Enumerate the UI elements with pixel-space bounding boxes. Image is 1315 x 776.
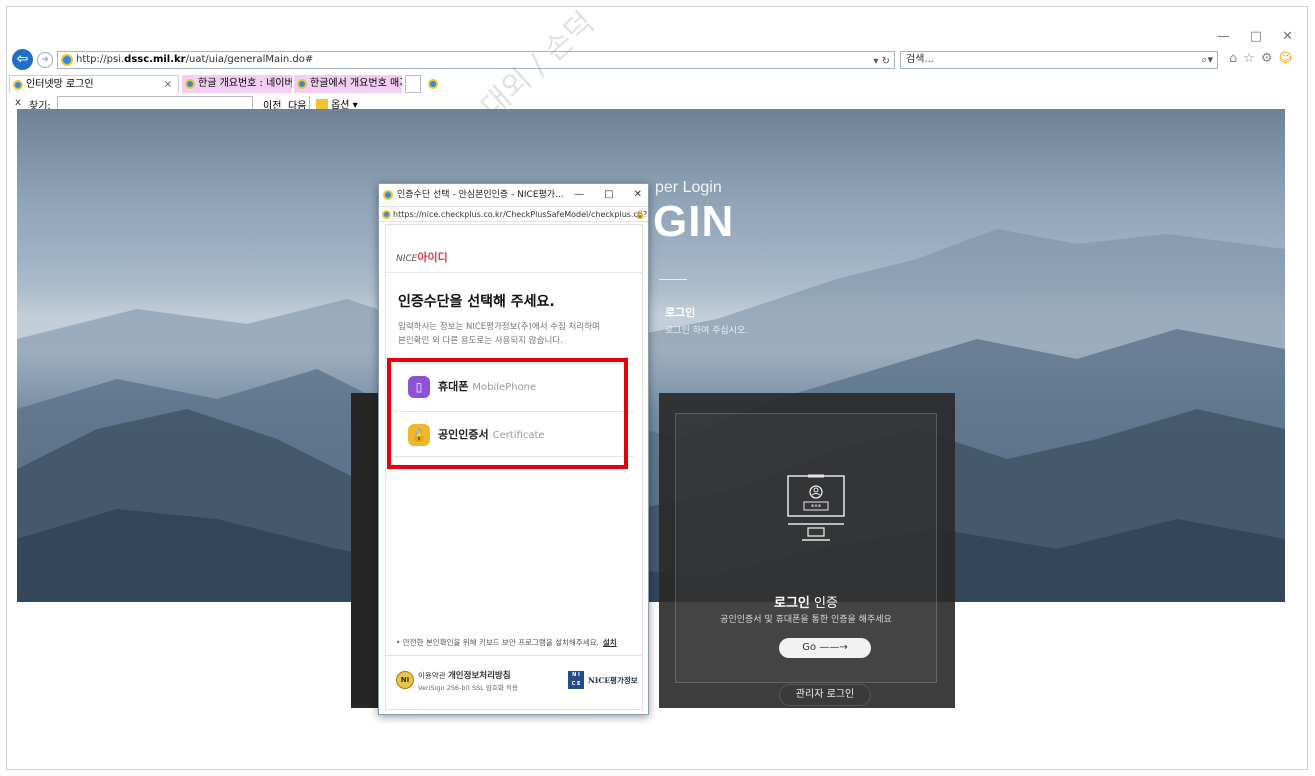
login-auth-title: 로그인 인증 [676,592,936,611]
popup-header: NICE아이디 [386,225,642,273]
minimize-button[interactable]: — [1217,29,1230,44]
nice-box-bottom: C E [571,681,581,687]
url-domain: dssc.mil.kr [124,54,186,65]
smiley-icon[interactable]: ☺ [1279,51,1293,66]
policy-badge-icon: NI [396,671,414,689]
nice-id-logo: NICE아이디 [396,249,448,265]
hero-subtitle: per Login [655,179,722,196]
install-link[interactable]: 설치 [603,638,617,647]
mountain-landscape [17,229,1285,602]
forward-button[interactable]: ➜ [37,52,53,68]
home-icon[interactable]: ⌂ [1229,51,1237,66]
ie-page-icon [383,190,393,200]
popup-close-button[interactable]: ✕ [634,184,642,206]
admin-login-button[interactable]: 관리자 로그인 [779,684,871,706]
install-note: • 안전한 본인확인을 위해 키보드 보안 프로그램을 설치해주세요. 설치 [396,637,617,648]
popup-titlebar[interactable]: 인증수단 선택 - 안심본인인증 - NICE평가... — □ ✕ [379,184,648,206]
screenshot-frame: — □ ✕ ⇦ ➜ http://psi.dssc.mil.kr/uat/uia… [6,6,1308,770]
tab-label: 한글에서 개요번호 매기는 방... [310,78,402,89]
monitor-code: *** [811,503,822,511]
nice-logo-text: NICE평가정보 [588,675,638,685]
footer-links: 이용약관 개인정보처리방침 [418,669,511,681]
popup-window-title: 인증수단 선택 - 안심본인인증 - NICE평가... [397,190,564,200]
tab-bar: 인터넷망 로그인 × 한글 개요번호 : 네이버 지식IN... 한글에서 개요… [7,75,1307,93]
hero-divider [659,279,687,280]
nice-box-icon: N I C E [568,671,584,689]
ie-page-icon [382,210,391,219]
choose-method-description: 입력하시는 정보는 NICE평가정보(주)에서 수집 처리하며 본인확인 외 다… [398,320,638,348]
lock-icon: 🔒 [635,210,645,219]
hero-login-text: 로그인 [665,306,696,319]
privacy-policy-link[interactable]: 개인정보처리방침 [448,671,511,681]
nice-logo: N I C E NICE평가정보 [568,671,638,689]
url-prefix: http://psi. [76,54,125,65]
gear-icon[interactable]: ⚙ [1261,51,1273,66]
terms-link[interactable]: 이용약관 [418,671,448,680]
close-window-button[interactable]: ✕ [1282,29,1293,44]
tab-naver[interactable]: 한글 개요번호 : 네이버 지식IN... [182,75,292,93]
ie-tab-icon [185,79,195,89]
login-auth-box: *** 로그인 인증 공인인증서 및 휴대폰을 통한 인증을 해주세요 Go —… [659,393,955,708]
star-icon[interactable]: ☆ [1243,51,1255,66]
tab-login[interactable]: 인터넷망 로그인 × [9,75,179,93]
highlight-rectangle [387,358,628,469]
tab-label: 인터넷망 로그인 [26,79,94,90]
ssl-note: VeriSign 256-bit SSL 암호화 적용 [418,684,518,692]
go-button[interactable]: Go ——→ [779,638,871,658]
window-controls: — □ ✕ [1217,29,1293,44]
hero-heading: GIN [653,197,735,246]
brand-name: 아이디 [417,251,448,264]
refresh-icon[interactable]: ▾ ↻ [873,54,890,70]
maximize-button[interactable]: □ [1250,29,1262,44]
popup-footer: NI 이용약관 개인정보처리방침 VeriSign 256-bit SSL 암호… [386,655,642,707]
close-find-button[interactable]: x [15,97,21,108]
ie-page-icon [61,54,73,66]
hero-login-hint: 로그인 하여 주십시오. [665,326,749,336]
page-background [17,602,1285,769]
close-tab-icon[interactable]: × [164,76,172,93]
url-path: /uat/uia/generalMain.do# [185,54,314,65]
description-line: 입력하시는 정보는 NICE평가정보(주)에서 수집 처리하며 [398,322,600,332]
description-line: 본인확인 외 다른 용도로는 사용되지 않습니다. [398,336,563,346]
login-auth-desc: 공인인증서 및 휴대폰을 통한 인증을 해주세요 [720,615,892,625]
nice-box-top: N I [572,672,580,678]
login-title-rest: 인증 [809,596,838,611]
search-icon[interactable]: ⌕▾ [1201,52,1213,68]
dark-panel [351,393,381,708]
hero-background: per Login GIN 로그인 로그인 하여 주십시오. [17,109,1285,602]
search-placeholder: 검색... [906,54,934,65]
login-auth-inner: *** 로그인 인증 공인인증서 및 휴대폰을 통한 인증을 해주세요 Go —… [675,413,937,706]
popup-minimize-button[interactable]: — [574,184,584,206]
popup-maximize-button[interactable]: □ [604,184,613,206]
back-button[interactable]: ⇦ [12,49,33,70]
install-note-text: • 안전한 본인확인을 위해 키보드 보안 프로그램을 설치해주세요. [396,638,599,647]
popup-url: https://nice.checkplus.co.kr/CheckPlusSa… [393,210,648,219]
toolbar-icons: ⌂ ☆ ⚙ ☺ [1229,51,1292,66]
ie-tab-icon [297,79,307,89]
address-bar[interactable]: http://psi.dssc.mil.kr/uat/uia/generalMa… [57,51,895,69]
search-input[interactable]: 검색... ⌕▾ [900,51,1218,69]
tab-hangul[interactable]: 한글에서 개요번호 매기는 방... [294,75,402,93]
address-row: ⇦ ➜ http://psi.dssc.mil.kr/uat/uia/gener… [7,49,1307,73]
popup-window-controls: — □ ✕ [574,184,642,206]
ie-new-tab-icon[interactable] [425,75,441,93]
login-title-bold: 로그인 [774,596,810,611]
new-tab-button[interactable] [405,75,421,93]
tab-label: 한글 개요번호 : 네이버 지식IN... [198,78,292,89]
ie-tab-icon [13,80,23,90]
choose-method-heading: 인증수단을 선택해 주세요. [398,294,555,310]
popup-address-bar: https://nice.checkplus.co.kr/CheckPlusSa… [379,206,648,222]
brand-prefix: NICE [396,254,418,264]
monitor-user-icon: *** [787,474,845,541]
ie-tab-icon [428,79,438,89]
